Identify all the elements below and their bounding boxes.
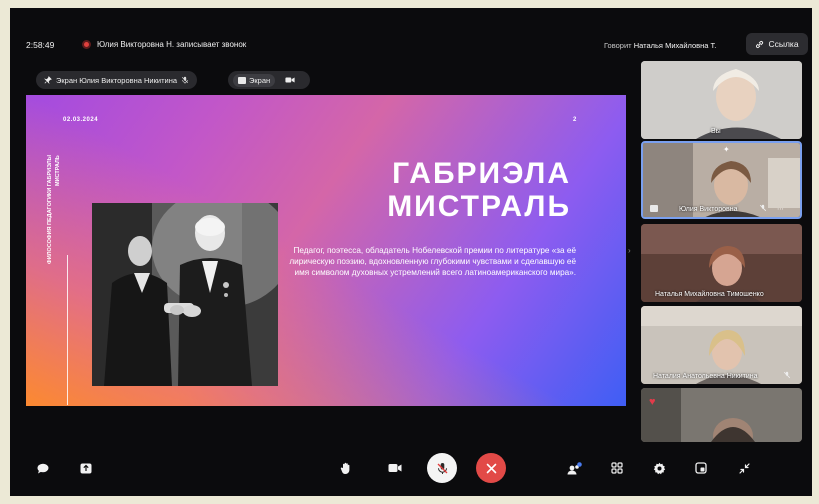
slide-title-line1: ГАБРИЭЛА [392, 157, 571, 190]
slide-title-line2: МИСТРАЛЬ [387, 190, 571, 223]
grid-view-button[interactable] [607, 454, 627, 482]
heart-reaction-icon: ♥ [649, 396, 656, 408]
participant-tile-4[interactable]: Наталия Анатольевна Никитина [641, 306, 802, 384]
participant-name: Вы [711, 128, 721, 135]
photo-illustration [92, 203, 278, 386]
participant-video-5 [641, 388, 802, 442]
camera-icon [388, 464, 402, 472]
pip-icon [695, 462, 707, 474]
participant-tile-presenter[interactable]: ✦ Юлия Викторовна ⋯ [641, 141, 802, 219]
share-screen-icon [80, 463, 92, 473]
screen-toggle[interactable]: Экран [233, 73, 276, 87]
camera-button[interactable] [385, 454, 405, 482]
slide-divider [67, 255, 68, 405]
mic-muted-icon [437, 462, 447, 474]
raise-hand-icon [340, 462, 349, 474]
settings-button[interactable] [649, 454, 669, 482]
mic-muted-icon [759, 204, 767, 212]
more-icon[interactable]: ⋯ [777, 205, 784, 213]
participant-name: Наталья Михайловна Тимошенко [655, 291, 764, 298]
chat-button[interactable] [34, 454, 52, 482]
screen-share-icon [650, 205, 658, 212]
end-call-icon [486, 463, 496, 473]
pin-icon [44, 76, 52, 84]
link-button[interactable]: Ссылка [746, 33, 808, 55]
chat-icon [37, 463, 49, 473]
slide-date: 02.03.2024 [63, 117, 99, 123]
pip-button[interactable] [691, 454, 711, 482]
end-call-button[interactable] [476, 453, 506, 483]
participant-video-self [641, 61, 802, 139]
shared-slide: 02.03.2024 2 ФИЛОСОФИЯ ПЕДАГОГИКИ ГАБРИЭ… [26, 95, 626, 406]
link-icon [756, 40, 764, 48]
participants-icon [567, 461, 582, 474]
slide-page-number: 2 [573, 117, 577, 123]
grid-icon [611, 462, 623, 474]
camera-small-icon [285, 77, 295, 83]
mic-muted-icon [783, 371, 791, 379]
share-screen-button[interactable] [77, 454, 95, 482]
historical-photo [92, 203, 278, 386]
participant-tile-self[interactable]: Вы [641, 61, 802, 139]
screen-icon [238, 76, 246, 84]
speaker-name: Наталья Михайловна Т. [633, 41, 717, 50]
slide-description: Педагог, поэтесса, обладатель Нобелевско… [289, 246, 576, 277]
slide-title: ГАБРИЭЛА МИСТРАЛЬ [331, 157, 571, 223]
link-label: Ссылка [768, 39, 799, 49]
screen-chip-label: Экран [249, 75, 271, 85]
participant-tile-5[interactable]: ♥ [641, 388, 802, 442]
screen-chip[interactable]: Экран [228, 71, 310, 89]
chevron-right-icon[interactable]: › [628, 246, 631, 255]
participant-name: Юлия Викторовна [679, 206, 738, 213]
slide-side-caption: ФИЛОСОФИЯ ПЕДАГОГИКИ ГАБРИЭЛЫ МИСТРАЛЬ [47, 155, 61, 265]
screen-owner-chip[interactable]: Экран Юлия Викторовна Никитина [36, 71, 198, 89]
recording-icon [82, 40, 91, 49]
screen-owner-label: Экран Юлия Викторовна Никитина [56, 75, 178, 85]
mic-muted-small-icon [181, 76, 189, 84]
raise-hand-button[interactable] [336, 454, 356, 482]
settings-icon [653, 462, 665, 474]
pin-icon: ✦ [723, 145, 730, 154]
video-call-window: 2:58:49 Юлия Викторовна Н. записывает зв… [10, 8, 812, 496]
participant-name: Наталия Анатольевна Никитина [653, 373, 758, 380]
participant-tile-3[interactable]: Наталья Михайловна Тимошенко [641, 224, 802, 302]
active-speaker: Говорит Наталья Михайловна Т. [604, 41, 716, 50]
recording-status: Юлия Викторовна Н. записывает звонок [97, 40, 247, 49]
speaker-prefix: Говорит [604, 41, 632, 50]
participants-button[interactable] [564, 454, 584, 482]
mic-button[interactable] [427, 453, 457, 483]
collapse-icon [738, 462, 750, 474]
call-timer: 2:58:49 [26, 40, 55, 50]
collapse-button[interactable] [734, 454, 754, 482]
